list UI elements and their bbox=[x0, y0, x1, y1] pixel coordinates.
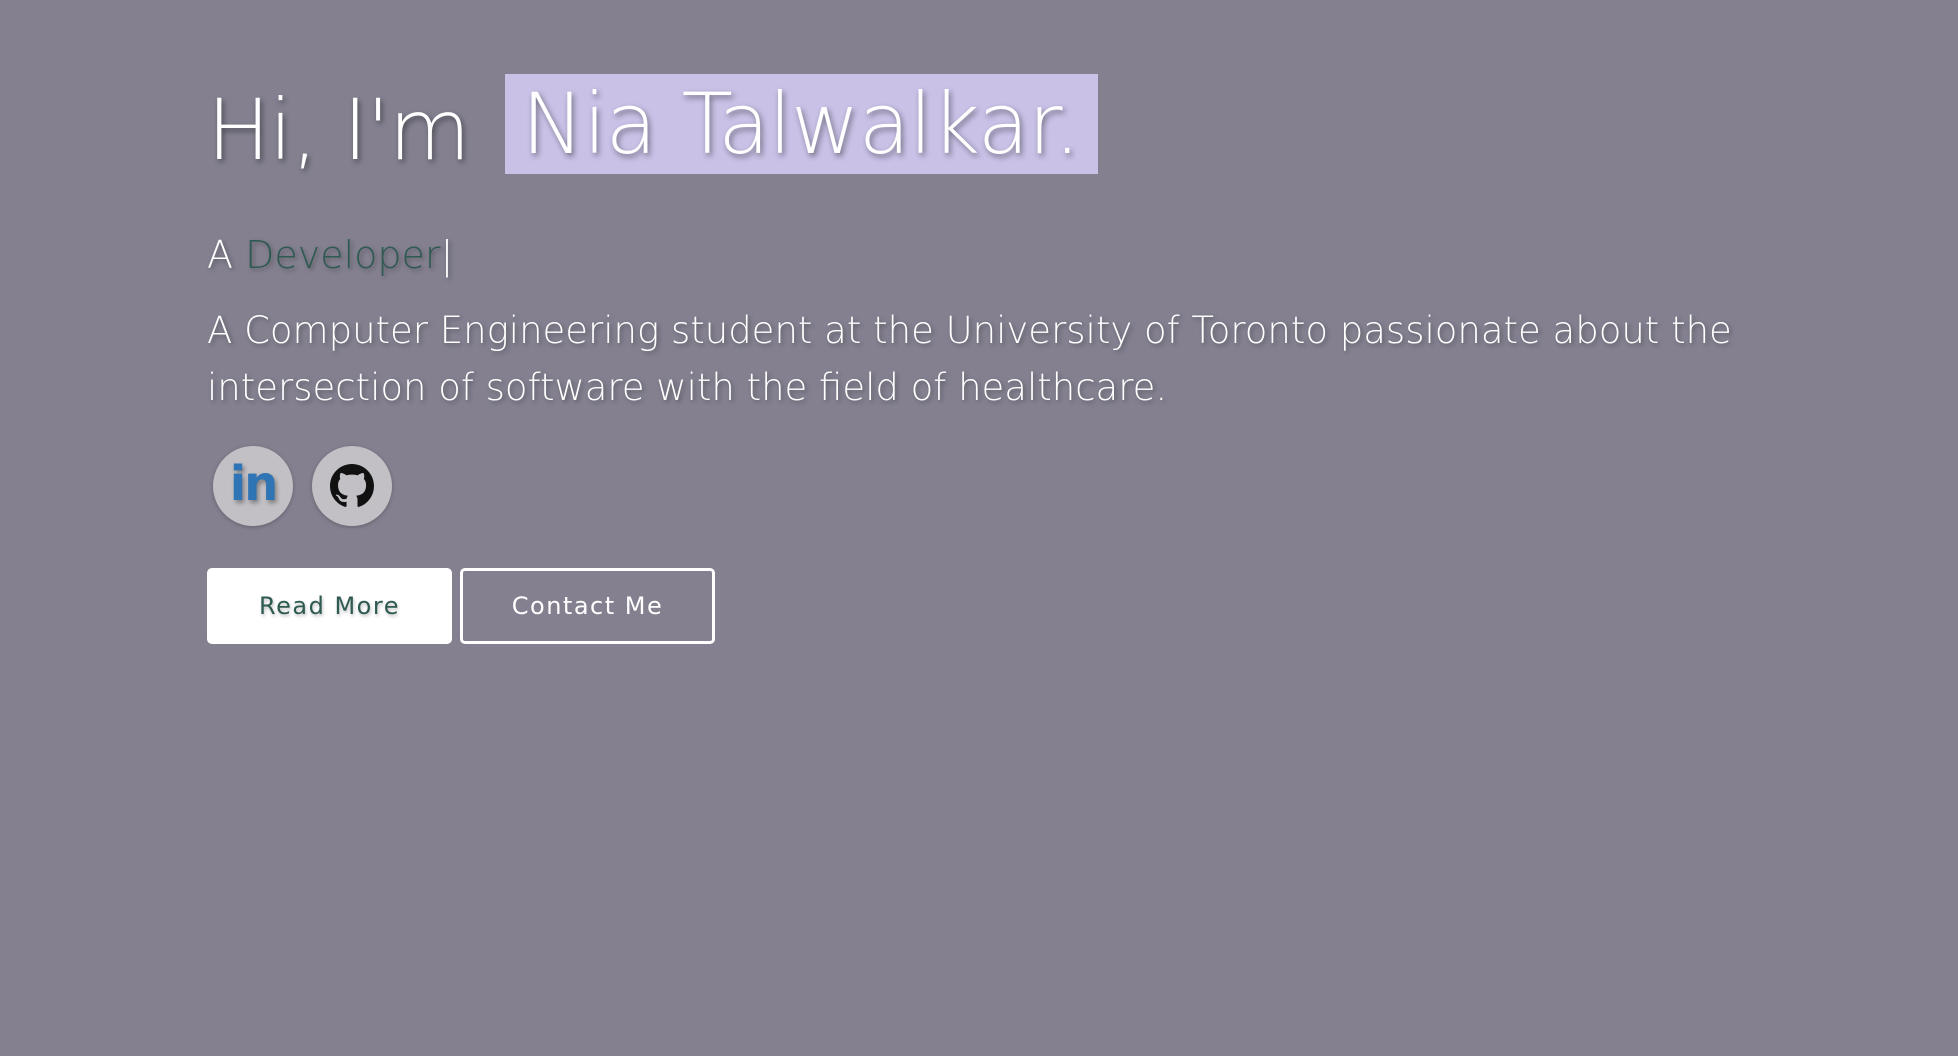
greeting-prefix: Hi, I'm bbox=[207, 81, 471, 179]
bio-text: A Computer Engineering student at the Un… bbox=[207, 309, 1732, 409]
hero-heading: Hi, I'm Nia Talwalkar. bbox=[207, 70, 1857, 190]
name-highlight: Nia Talwalkar. bbox=[505, 74, 1098, 174]
github-icon bbox=[330, 464, 374, 507]
cta-buttons: Read More Contact Me bbox=[207, 568, 1857, 644]
linkedin-link[interactable]: in bbox=[213, 446, 293, 526]
read-more-button[interactable]: Read More bbox=[207, 568, 452, 644]
contact-me-button[interactable]: Contact Me bbox=[460, 568, 715, 644]
typing-cursor: | bbox=[440, 233, 454, 277]
social-links: in bbox=[207, 446, 1857, 526]
tagline-prefix: A bbox=[207, 233, 233, 277]
tagline: A Developer| bbox=[207, 230, 1857, 280]
linkedin-icon: in bbox=[229, 456, 279, 512]
hero-section: Hi, I'm Nia Talwalkar. A Developer| A Co… bbox=[207, 70, 1857, 644]
tagline-role: Developer bbox=[245, 233, 441, 277]
github-link[interactable] bbox=[312, 446, 392, 526]
